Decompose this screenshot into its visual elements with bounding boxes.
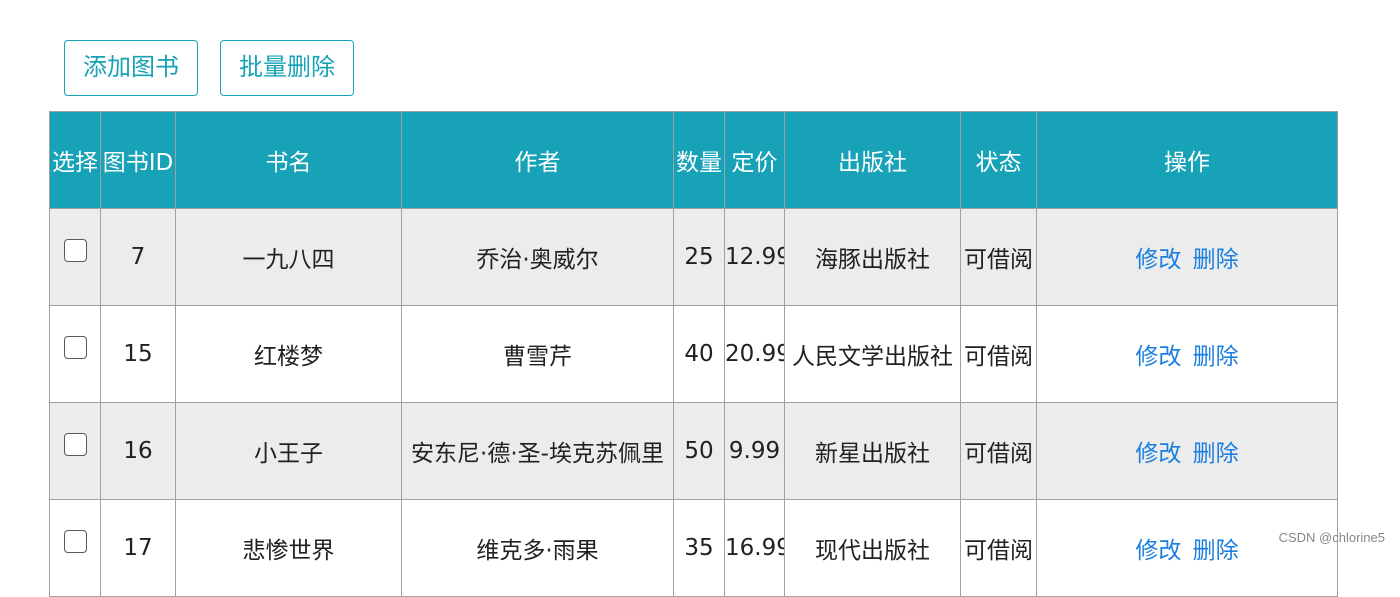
header-title: 书名 xyxy=(176,112,402,209)
header-status: 状态 xyxy=(961,112,1037,209)
table-header: 选择 图书ID 书名 作者 数量 定价 出版社 状态 操作 xyxy=(50,112,1338,209)
book-id-cell: 16 xyxy=(101,403,176,500)
table-body: 7 一九八四 乔治·奥威尔 25 12.99 海豚出版社 可借阅 修改 删除 1… xyxy=(50,209,1338,597)
row-checkbox[interactable] xyxy=(64,239,87,262)
header-select: 选择 xyxy=(50,112,101,209)
publisher-cell: 新星出版社 xyxy=(785,403,961,500)
edit-link[interactable]: 修改 xyxy=(1135,247,1185,273)
header-actions: 操作 xyxy=(1037,112,1338,209)
publisher-cell: 海豚出版社 xyxy=(785,209,961,306)
row-checkbox[interactable] xyxy=(64,433,87,456)
actions-cell: 修改 删除 xyxy=(1037,306,1338,403)
title-cell: 悲惨世界 xyxy=(176,500,402,597)
header-count: 数量 xyxy=(674,112,725,209)
author-cell: 安东尼·德·圣-埃克苏佩里 xyxy=(402,403,674,500)
select-cell xyxy=(50,403,101,500)
edit-link[interactable]: 修改 xyxy=(1135,441,1185,467)
select-cell xyxy=(50,209,101,306)
author-cell: 曹雪芹 xyxy=(402,306,674,403)
book-id-cell: 7 xyxy=(101,209,176,306)
author-cell: 乔治·奥威尔 xyxy=(402,209,674,306)
author-cell: 维克多·雨果 xyxy=(402,500,674,597)
price-cell: 16.99 xyxy=(725,500,785,597)
status-cell: 可借阅 xyxy=(961,306,1037,403)
status-cell: 可借阅 xyxy=(961,209,1037,306)
actions-cell: 修改 删除 xyxy=(1037,209,1338,306)
count-cell: 40 xyxy=(674,306,725,403)
book-id-cell: 17 xyxy=(101,500,176,597)
table-row: 7 一九八四 乔治·奥威尔 25 12.99 海豚出版社 可借阅 修改 删除 xyxy=(50,209,1338,306)
price-cell: 9.99 xyxy=(725,403,785,500)
batch-delete-button[interactable]: 批量删除 xyxy=(220,40,354,96)
book-id-cell: 15 xyxy=(101,306,176,403)
header-publisher: 出版社 xyxy=(785,112,961,209)
title-cell: 小王子 xyxy=(176,403,402,500)
header-price: 定价 xyxy=(725,112,785,209)
count-cell: 35 xyxy=(674,500,725,597)
actions-cell: 修改 删除 xyxy=(1037,403,1338,500)
title-cell: 红楼梦 xyxy=(176,306,402,403)
price-cell: 20.99 xyxy=(725,306,785,403)
select-cell xyxy=(50,306,101,403)
edit-link[interactable]: 修改 xyxy=(1135,344,1185,370)
select-cell xyxy=(50,500,101,597)
header-author: 作者 xyxy=(402,112,674,209)
publisher-cell: 现代出版社 xyxy=(785,500,961,597)
delete-link[interactable]: 删除 xyxy=(1193,538,1239,564)
toolbar: 添加图书 批量删除 xyxy=(64,40,354,96)
publisher-cell: 人民文学出版社 xyxy=(785,306,961,403)
count-cell: 25 xyxy=(674,209,725,306)
delete-link[interactable]: 删除 xyxy=(1193,441,1239,467)
price-cell: 12.99 xyxy=(725,209,785,306)
edit-link[interactable]: 修改 xyxy=(1135,538,1185,564)
add-book-button[interactable]: 添加图书 xyxy=(64,40,198,96)
watermark: CSDN @chlorine5 xyxy=(1279,530,1385,545)
delete-link[interactable]: 删除 xyxy=(1193,344,1239,370)
header-book-id: 图书ID xyxy=(101,112,176,209)
status-cell: 可借阅 xyxy=(961,500,1037,597)
table-row: 16 小王子 安东尼·德·圣-埃克苏佩里 50 9.99 新星出版社 可借阅 修… xyxy=(50,403,1338,500)
table-row: 17 悲惨世界 维克多·雨果 35 16.99 现代出版社 可借阅 修改 删除 xyxy=(50,500,1338,597)
row-checkbox[interactable] xyxy=(64,530,87,553)
actions-cell: 修改 删除 xyxy=(1037,500,1338,597)
title-cell: 一九八四 xyxy=(176,209,402,306)
delete-link[interactable]: 删除 xyxy=(1193,247,1239,273)
status-cell: 可借阅 xyxy=(961,403,1037,500)
count-cell: 50 xyxy=(674,403,725,500)
table-row: 15 红楼梦 曹雪芹 40 20.99 人民文学出版社 可借阅 修改 删除 xyxy=(50,306,1338,403)
row-checkbox[interactable] xyxy=(64,336,87,359)
book-table: 选择 图书ID 书名 作者 数量 定价 出版社 状态 操作 7 一九八四 乔治·… xyxy=(49,111,1338,597)
